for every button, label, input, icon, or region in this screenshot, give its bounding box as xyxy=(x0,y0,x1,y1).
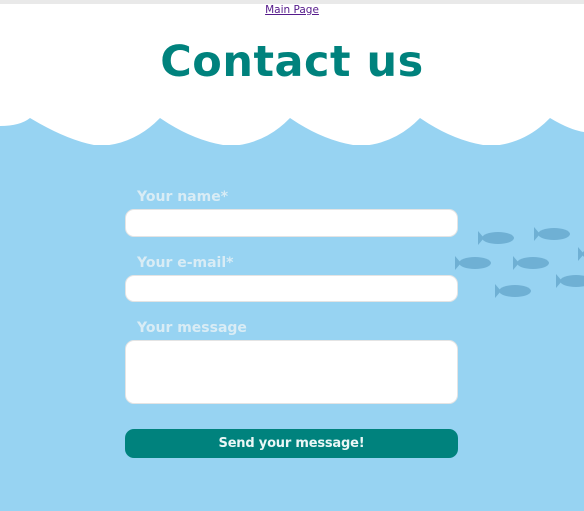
send-message-button[interactable]: Send your message! xyxy=(125,429,458,458)
message-field[interactable] xyxy=(125,340,458,404)
contact-page: Main Page Contact us Your name* Your e-m… xyxy=(0,0,584,511)
email-field[interactable] xyxy=(125,275,458,302)
wave-border xyxy=(0,118,584,146)
name-field[interactable] xyxy=(125,209,458,237)
name-label: Your name* xyxy=(137,189,229,205)
email-label: Your e-mail* xyxy=(137,255,234,271)
message-label: Your message xyxy=(137,320,247,336)
main-page-link[interactable]: Main Page xyxy=(0,3,584,17)
page-title: Contact us xyxy=(160,37,424,87)
